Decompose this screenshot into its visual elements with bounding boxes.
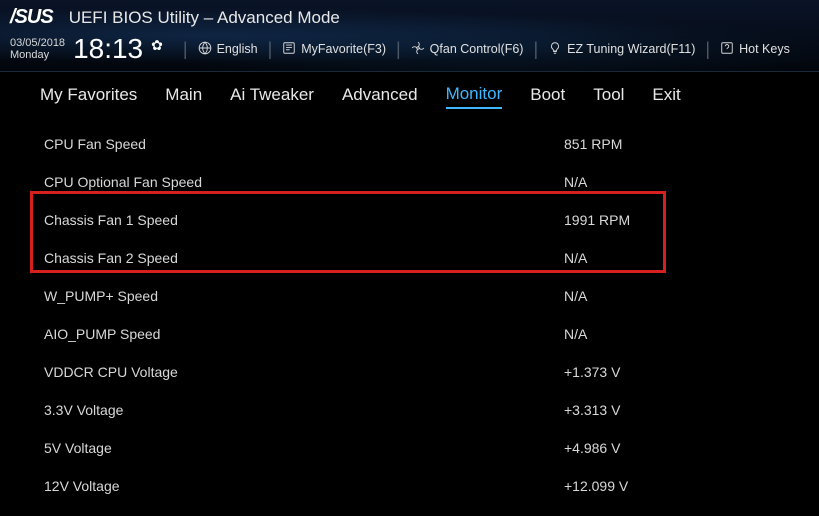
row-label: VDDCR CPU Voltage [44, 364, 564, 380]
row-value: N/A [564, 326, 819, 342]
tab-boot[interactable]: Boot [530, 85, 565, 108]
tab-advanced[interactable]: Advanced [342, 85, 418, 108]
main-tabs: My Favorites Main Ai Tweaker Advanced Mo… [0, 72, 819, 119]
row-label: CPU Fan Speed [44, 136, 564, 152]
hotkeys-label: Hot Keys [739, 42, 790, 56]
row-label: 5V Voltage [44, 440, 564, 456]
row-label: Chassis Fan 1 Speed [44, 212, 564, 228]
tab-main[interactable]: Main [165, 85, 202, 108]
monitor-row[interactable]: W_PUMP+ Speed N/A [0, 277, 819, 315]
date-block: 03/05/2018 Monday [10, 37, 65, 61]
separator: | [705, 39, 710, 60]
row-label: W_PUMP+ Speed [44, 288, 564, 304]
row-value: N/A [564, 174, 819, 190]
monitor-row[interactable]: Chassis Fan 2 Speed N/A [0, 239, 819, 277]
time-display: 18:13 [73, 33, 143, 65]
row-value: 851 RPM [564, 136, 819, 152]
eztuning-label: EZ Tuning Wizard(F11) [567, 42, 695, 56]
monitor-row[interactable]: CPU Fan Speed 851 RPM [0, 125, 819, 163]
tab-ai-tweaker[interactable]: Ai Tweaker [230, 85, 314, 108]
row-value: 1991 RPM [564, 212, 819, 228]
row-label: 3.3V Voltage [44, 402, 564, 418]
bios-title: UEFI BIOS Utility – Advanced Mode [69, 8, 340, 28]
row-value: +12.099 V [564, 478, 819, 494]
eztuning-button[interactable]: EZ Tuning Wizard(F11) [548, 41, 695, 58]
monitor-row[interactable]: CPU Optional Fan Speed N/A [0, 163, 819, 201]
row-label: 12V Voltage [44, 478, 564, 494]
separator: | [533, 39, 538, 60]
row-value: +4.986 V [564, 440, 819, 456]
row-value: +1.373 V [564, 364, 819, 380]
tab-tool[interactable]: Tool [593, 85, 624, 108]
bios-header: /SUS UEFI BIOS Utility – Advanced Mode 0… [0, 0, 819, 72]
hotkeys-button[interactable]: Hot Keys [720, 41, 790, 58]
language-button[interactable]: English [198, 41, 258, 58]
star-icon [282, 41, 296, 58]
tab-my-favorites[interactable]: My Favorites [40, 85, 137, 108]
fan-icon [411, 41, 425, 58]
separator: | [183, 39, 188, 60]
myfavorite-button[interactable]: MyFavorite(F3) [282, 41, 386, 58]
row-value: N/A [564, 288, 819, 304]
monitor-row[interactable]: Chassis Fan 1 Speed 1991 RPM [0, 201, 819, 239]
bulb-icon [548, 41, 562, 58]
monitor-row[interactable]: 5V Voltage +4.986 V [0, 429, 819, 467]
globe-icon [198, 41, 212, 58]
help-icon [720, 41, 734, 58]
favorite-label: MyFavorite(F3) [301, 42, 386, 56]
row-label: Chassis Fan 2 Speed [44, 250, 564, 266]
separator: | [268, 39, 273, 60]
monitor-content: CPU Fan Speed 851 RPM CPU Optional Fan S… [0, 119, 819, 505]
separator: | [396, 39, 401, 60]
qfan-label: Qfan Control(F6) [430, 42, 524, 56]
language-label: English [217, 42, 258, 56]
gear-icon[interactable]: ✿ [151, 37, 163, 54]
monitor-row[interactable]: 12V Voltage +12.099 V [0, 467, 819, 505]
qfan-button[interactable]: Qfan Control(F6) [411, 41, 524, 58]
row-value: +3.313 V [564, 402, 819, 418]
monitor-row[interactable]: VDDCR CPU Voltage +1.373 V [0, 353, 819, 391]
monitor-row[interactable]: 3.3V Voltage +3.313 V [0, 391, 819, 429]
row-value: N/A [564, 250, 819, 266]
row-label: AIO_PUMP Speed [44, 326, 564, 342]
row-label: CPU Optional Fan Speed [44, 174, 564, 190]
monitor-row[interactable]: AIO_PUMP Speed N/A [0, 315, 819, 353]
tab-monitor[interactable]: Monitor [446, 84, 503, 109]
date-text: 03/05/2018 [10, 37, 65, 49]
tab-exit[interactable]: Exit [652, 85, 680, 108]
day-text: Monday [10, 49, 65, 61]
asus-logo: /SUS [10, 6, 53, 29]
